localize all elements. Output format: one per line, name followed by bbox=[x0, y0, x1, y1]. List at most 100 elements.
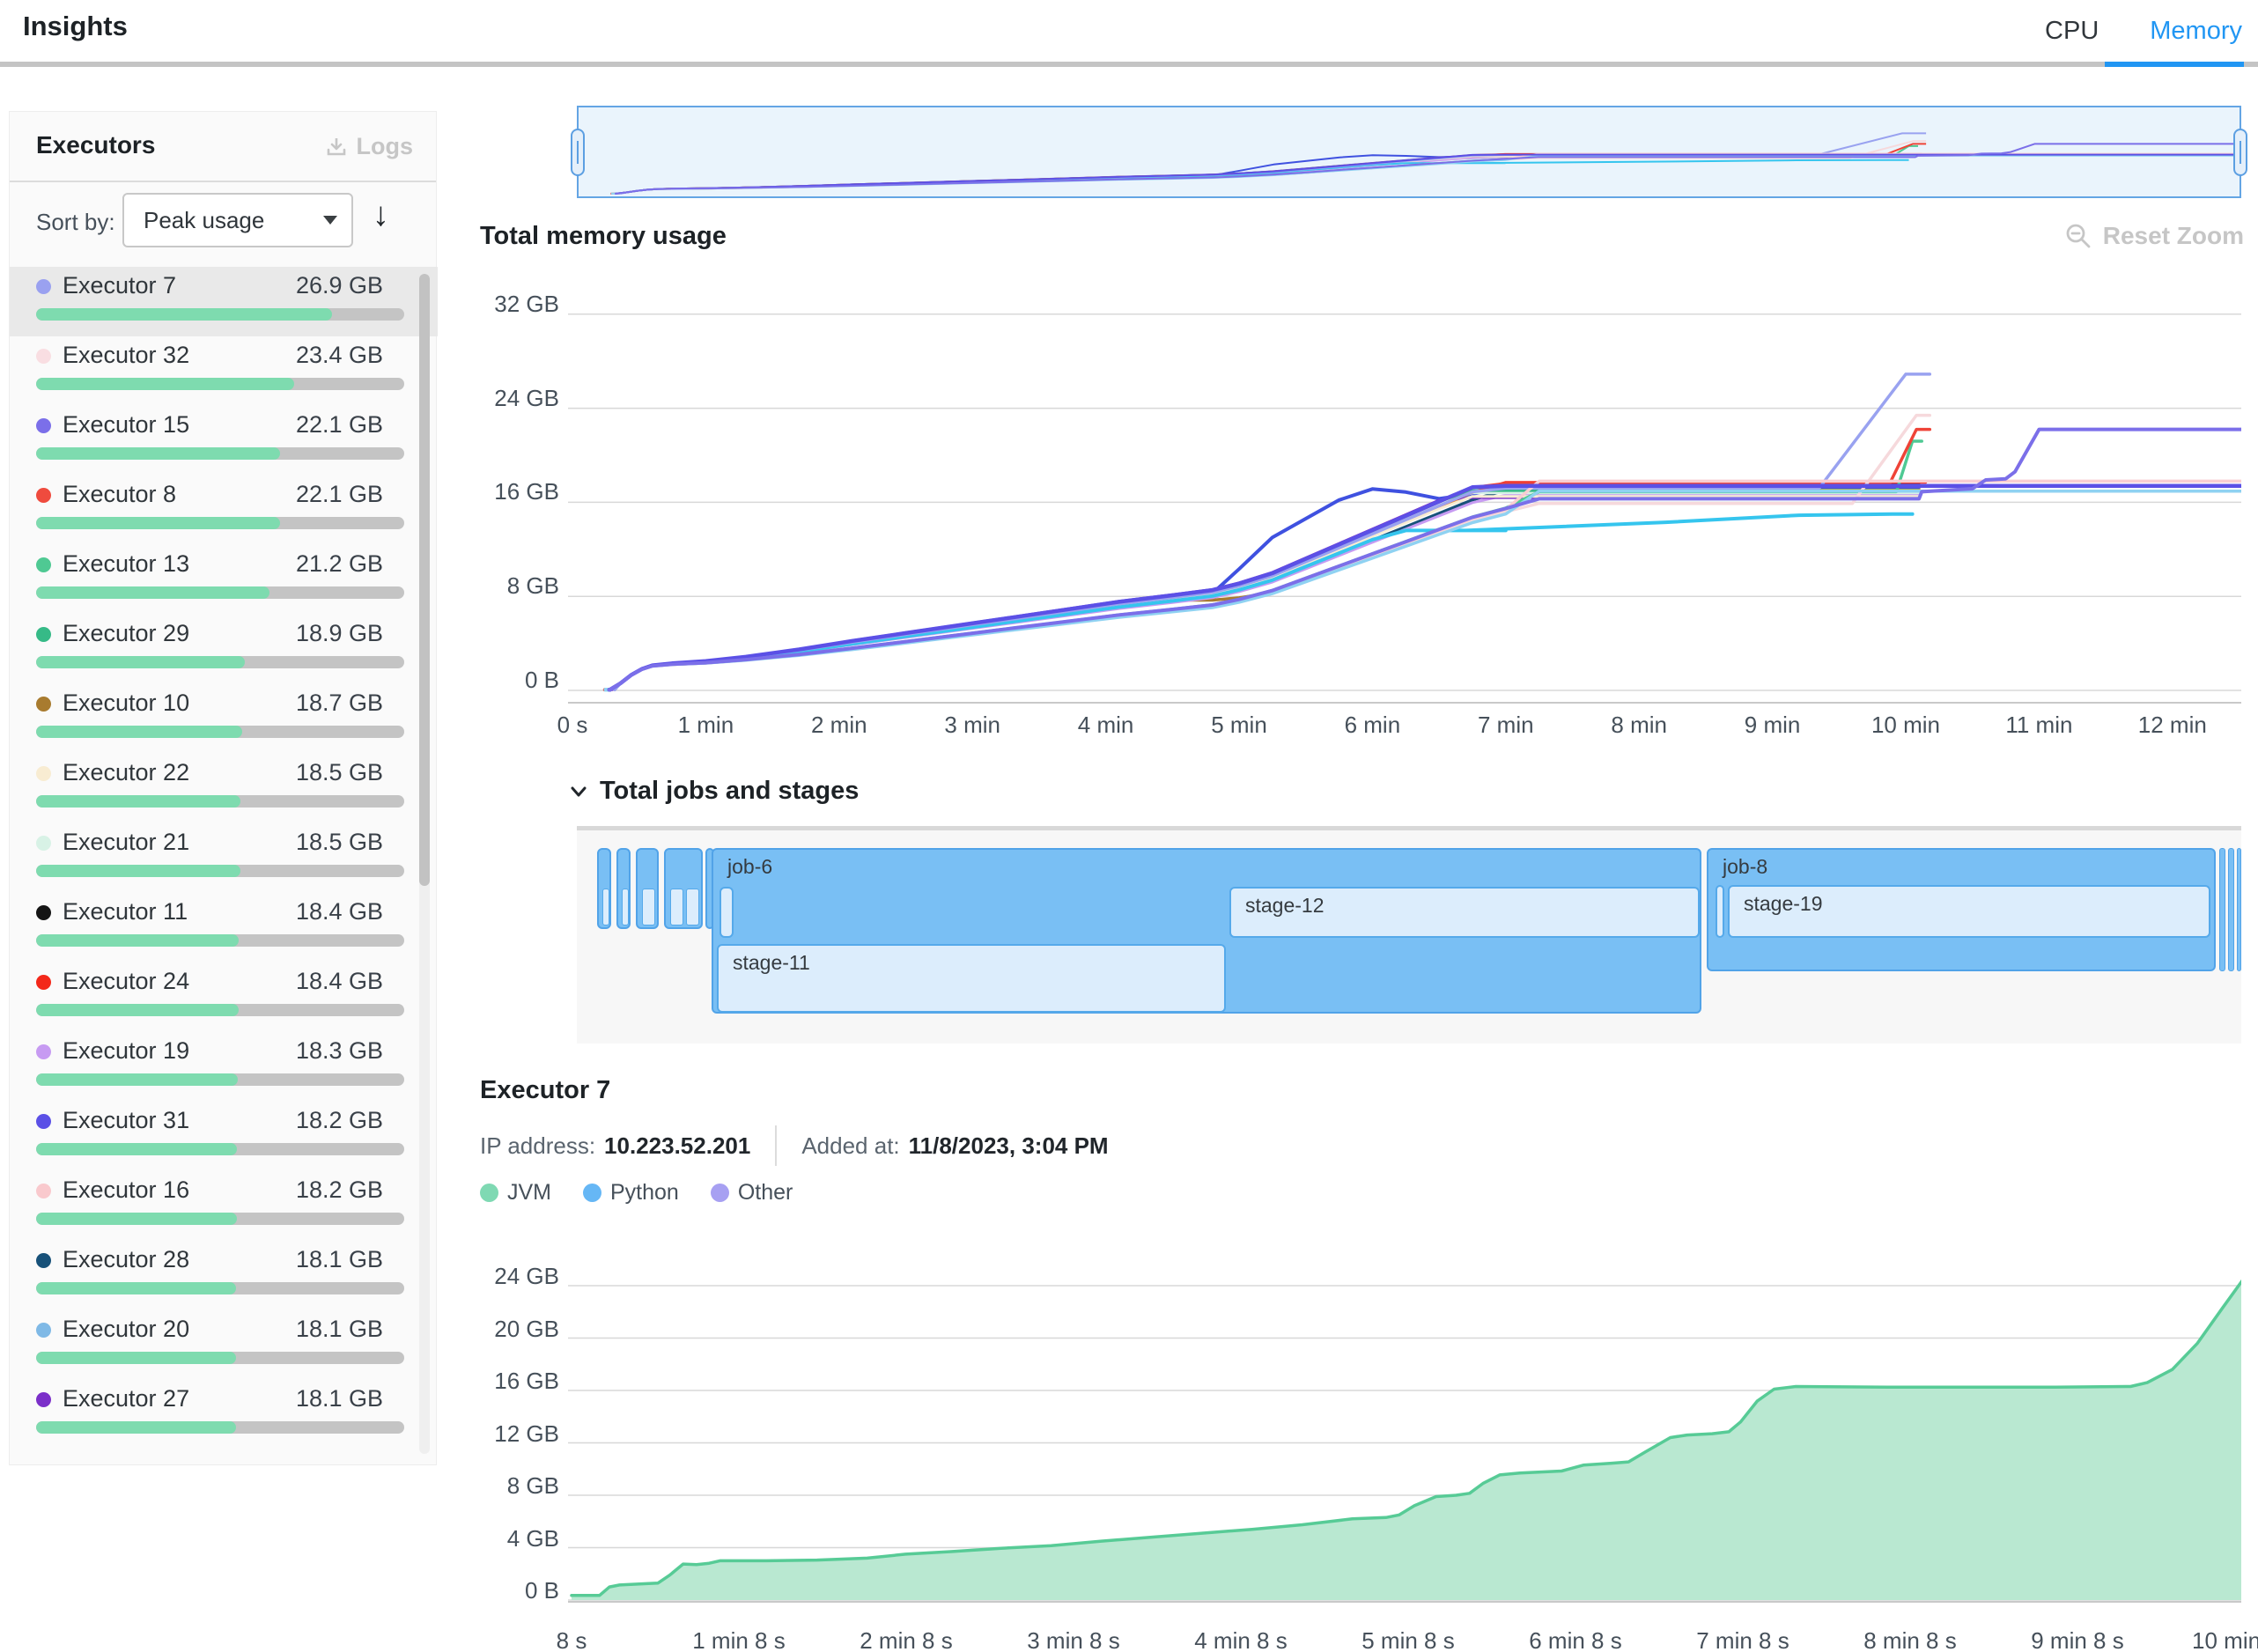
sort-select[interactable]: Peak usage bbox=[122, 193, 353, 247]
executor-usage-bar-fill bbox=[36, 1282, 236, 1294]
job-block-small[interactable] bbox=[664, 848, 703, 929]
memory-series-line bbox=[615, 374, 1930, 690]
legend-label: JVM bbox=[507, 1180, 551, 1206]
executor-color-dot bbox=[36, 975, 51, 990]
executor-row[interactable]: Executor 2918.9 GB bbox=[10, 615, 438, 684]
x-tick-label: 8 min bbox=[1568, 712, 1709, 739]
executor-row[interactable]: Executor 822.1 GB bbox=[10, 476, 438, 545]
sort-select-value: Peak usage bbox=[144, 207, 264, 234]
executor-color-dot bbox=[36, 836, 51, 851]
executor-row[interactable]: Executor 726.9 GB bbox=[10, 267, 438, 336]
memory-series-line bbox=[609, 483, 1926, 690]
executor-row[interactable]: Executor 3118.2 GB bbox=[10, 1102, 438, 1171]
executor-area-chart bbox=[568, 1272, 2241, 1628]
executor-row[interactable]: Executor 2118.5 GB bbox=[10, 823, 438, 893]
stage-block[interactable] bbox=[1716, 885, 1724, 938]
chevron-down-icon bbox=[323, 216, 337, 225]
executor-color-dot bbox=[36, 1392, 51, 1407]
memory-chart-plot[interactable] bbox=[568, 295, 2241, 713]
executor-name: Executor 32 bbox=[63, 342, 189, 369]
y-tick-label: 24 GB bbox=[471, 1263, 559, 1289]
executor-peak-value: 21.2 GB bbox=[296, 550, 383, 578]
page-title: Insights bbox=[23, 11, 128, 42]
logs-button-label: Logs bbox=[357, 133, 414, 160]
executor-color-dot bbox=[36, 1184, 51, 1198]
job-block-small[interactable] bbox=[636, 848, 659, 929]
stage-block[interactable]: stage-12 bbox=[1229, 887, 1700, 938]
executor-usage-bar-fill bbox=[36, 1213, 237, 1225]
x-tick-label: 9 min bbox=[1702, 712, 1843, 739]
sort-direction-button[interactable]: ↓ bbox=[373, 196, 389, 234]
job-block-small[interactable] bbox=[616, 848, 631, 929]
executor-peak-value: 23.4 GB bbox=[296, 342, 383, 369]
logs-button[interactable]: Logs bbox=[325, 133, 414, 160]
executor-name: Executor 28 bbox=[63, 1246, 189, 1273]
zoom-out-icon bbox=[2064, 222, 2092, 250]
tab-cpu[interactable]: CPU bbox=[2045, 17, 2099, 46]
executor-row[interactable]: Executor 1522.1 GB bbox=[10, 406, 438, 476]
executor-chart-plot[interactable] bbox=[568, 1272, 2241, 1628]
stage-block[interactable]: stage-19 bbox=[1728, 885, 2210, 938]
memory-series-line bbox=[605, 514, 1913, 690]
x-tick-label: 4 min bbox=[1036, 712, 1177, 739]
executor-row[interactable]: Executor 2718.1 GB bbox=[10, 1380, 438, 1449]
job-label: job-8 bbox=[1723, 855, 1767, 879]
y-tick-label: 4 GB bbox=[471, 1525, 559, 1552]
jobs-section-toggle[interactable]: Total jobs and stages bbox=[568, 777, 859, 806]
executor-row[interactable]: Executor 2218.5 GB bbox=[10, 754, 438, 823]
reset-zoom-button[interactable]: Reset Zoom bbox=[2064, 222, 2244, 250]
added-at-value: 11/8/2023, 3:04 PM bbox=[909, 1132, 1109, 1160]
executor-row[interactable]: Executor 13 21.2 GB bbox=[10, 545, 438, 615]
executor-usage-bar-fill bbox=[36, 726, 242, 738]
executor-name: Executor 11 bbox=[63, 898, 188, 926]
executor-color-dot bbox=[36, 557, 51, 572]
divider bbox=[775, 1125, 777, 1166]
executor-color-dot bbox=[36, 1044, 51, 1059]
executor-usage-bar-fill bbox=[36, 1004, 239, 1016]
x-tick-label: 11 min bbox=[1968, 712, 2109, 739]
legend-dot bbox=[480, 1184, 498, 1202]
jobs-timeline-panel: job-6stage-11stage-12 job-8 stage-19 bbox=[577, 826, 2241, 1044]
executor-color-dot bbox=[36, 627, 51, 642]
reset-zoom-label: Reset Zoom bbox=[2103, 222, 2244, 250]
stage-block[interactable]: stage-11 bbox=[717, 944, 1226, 1013]
executor-peak-value: 26.9 GB bbox=[296, 272, 383, 299]
executor-row[interactable]: Executor 1618.2 GB bbox=[10, 1171, 438, 1241]
executor-row[interactable]: Executor 2018.1 GB bbox=[10, 1310, 438, 1380]
y-tick-label: 0 B bbox=[471, 1577, 559, 1604]
zoom-brush-overview[interactable] bbox=[577, 106, 2241, 198]
executor-usage-bar bbox=[36, 447, 404, 460]
overview-mini-chart bbox=[579, 107, 2240, 196]
download-icon bbox=[325, 136, 348, 159]
legend-dot bbox=[583, 1184, 601, 1202]
stage-block[interactable] bbox=[719, 887, 734, 938]
brush-handle-left[interactable] bbox=[571, 129, 585, 176]
executor-usage-bar-fill bbox=[36, 1143, 237, 1155]
executor-usage-bar bbox=[36, 1073, 404, 1086]
executor-row[interactable]: Executor 1018.7 GB bbox=[10, 684, 438, 754]
executor-row[interactable]: Executor 2818.1 GB bbox=[10, 1241, 438, 1310]
job-block-small[interactable] bbox=[597, 848, 611, 929]
executor-row[interactable]: Executor 2418.4 GB bbox=[10, 962, 438, 1032]
executor-chart-y-axis: 24 GB20 GB16 GB12 GB8 GB4 GB0 B bbox=[471, 1272, 559, 1628]
x-tick-label: 1 min bbox=[635, 712, 776, 739]
x-tick-label: 1 min 8 s bbox=[668, 1627, 809, 1652]
stage-block-small bbox=[602, 889, 609, 926]
executor-usage-bar bbox=[36, 308, 404, 321]
x-tick-label: 8 min 8 s bbox=[1840, 1627, 1981, 1652]
executor-row[interactable]: Executor 1918.3 GB bbox=[10, 1032, 438, 1102]
executor-name: Executor 13 bbox=[63, 550, 189, 578]
executor-row[interactable]: Executor 1118.4 GB bbox=[10, 893, 438, 962]
job-block[interactable]: job-6stage-11stage-12 bbox=[712, 848, 1701, 1014]
executor-usage-bar bbox=[36, 656, 404, 668]
legend-item: Python bbox=[583, 1180, 679, 1206]
job-block[interactable]: job-8 stage-19 bbox=[1707, 848, 2216, 971]
stage-block-small bbox=[642, 889, 655, 926]
executor-row[interactable]: Executor 32 23.4 GB bbox=[10, 336, 438, 406]
executor-name: Executor 20 bbox=[63, 1316, 189, 1343]
tab-memory[interactable]: Memory bbox=[2150, 17, 2242, 46]
y-tick-label: 24 GB bbox=[471, 385, 559, 411]
brush-handle-right[interactable] bbox=[2233, 129, 2247, 176]
memory-chart-x-axis: 0 s1 min2 min3 min4 min5 min6 min7 min8 … bbox=[568, 712, 2258, 743]
scrollbar-thumb[interactable] bbox=[419, 274, 430, 886]
